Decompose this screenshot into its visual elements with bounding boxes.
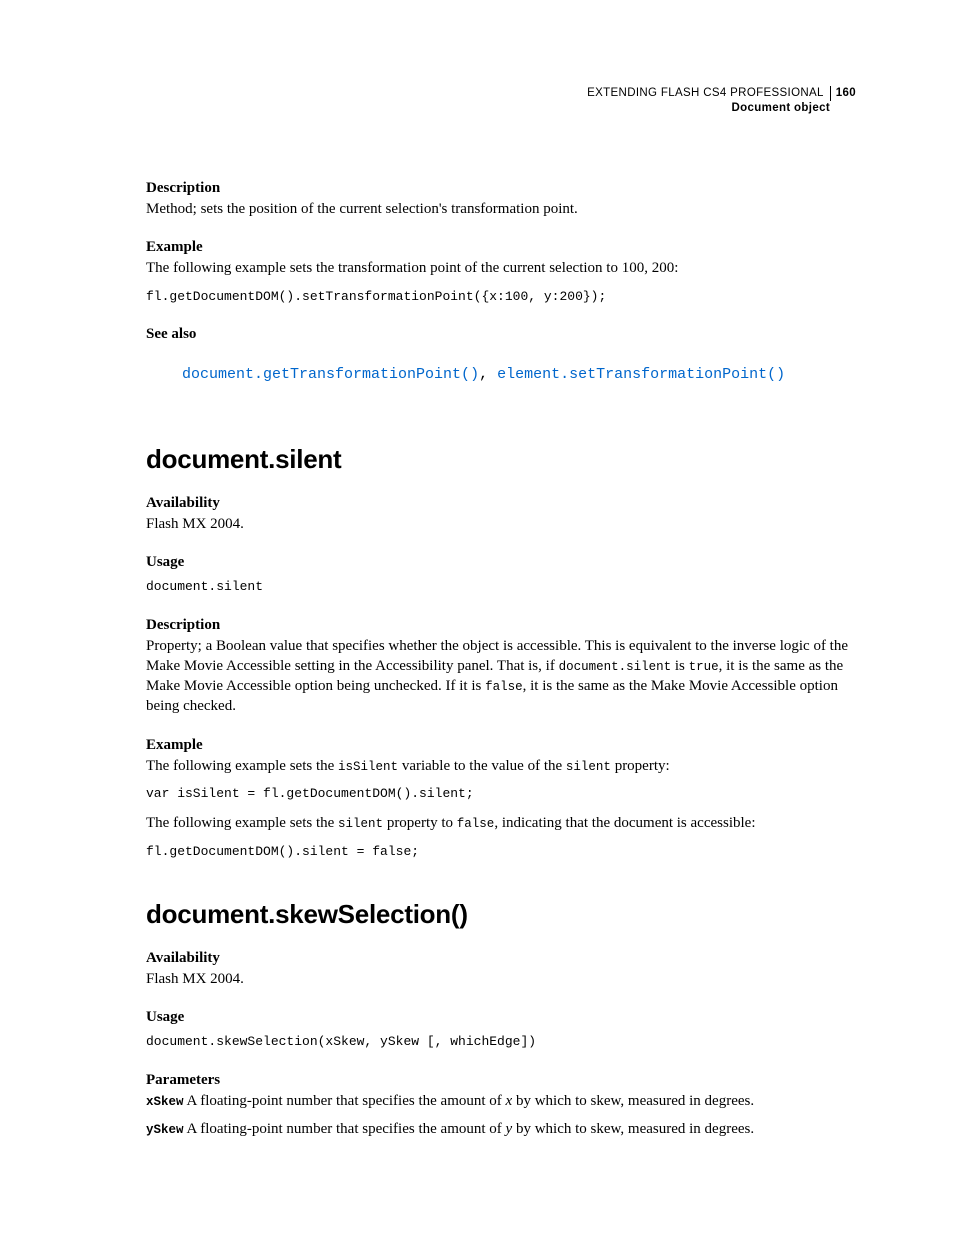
description-label: Description (146, 180, 856, 197)
inline-code: false (485, 680, 523, 694)
section-heading-silent: document.silent (146, 444, 856, 475)
example-body: The following example sets the silent pr… (146, 813, 856, 833)
see-also-label: See also (146, 326, 856, 343)
example-body: The following example sets the isSilent … (146, 756, 856, 776)
description-body: Property; a Boolean value that specifies… (146, 636, 856, 717)
availability-body: Flash MX 2004. (146, 514, 856, 534)
header-section: Document object (587, 101, 856, 116)
usage-code: document.skewSelection(xSkew, ySkew [, w… (146, 1032, 856, 1052)
running-header: EXTENDING FLASH CS4 PROFESSIONAL 160 Doc… (587, 86, 856, 116)
inline-code: isSilent (338, 760, 398, 774)
example-code: var isSilent = fl.getDocumentDOM().silen… (146, 784, 856, 804)
param-name: ySkew (146, 1123, 184, 1137)
inline-code: document.silent (559, 660, 672, 674)
param-name: xSkew (146, 1095, 184, 1109)
page-number: 160 (831, 87, 856, 99)
page-content: Description Method; sets the position of… (146, 86, 856, 1139)
description-label: Description (146, 617, 856, 634)
usage-label: Usage (146, 554, 856, 571)
see-also-link[interactable]: document.getTransformationPoint() (182, 366, 479, 383)
example-label: Example (146, 239, 856, 256)
see-also-link[interactable]: element.setTransformationPoint() (497, 366, 785, 383)
availability-label: Availability (146, 495, 856, 512)
usage-code: document.silent (146, 577, 856, 597)
example-body: The following example sets the transform… (146, 258, 856, 278)
parameters-label: Parameters (146, 1072, 856, 1089)
description-body: Method; sets the position of the current… (146, 199, 856, 219)
inline-code: silent (338, 817, 383, 831)
example-code: fl.getDocumentDOM().setTransformationPoi… (146, 287, 856, 307)
availability-body: Flash MX 2004. (146, 969, 856, 989)
inline-code: silent (566, 760, 611, 774)
parameter-row: xSkew A floating-point number that speci… (146, 1091, 856, 1111)
inline-code: false (457, 817, 495, 831)
example-code: fl.getDocumentDOM().silent = false; (146, 842, 856, 862)
section-heading-skew: document.skewSelection() (146, 899, 856, 930)
availability-label: Availability (146, 950, 856, 967)
inline-code: true (689, 660, 719, 674)
usage-label: Usage (146, 1009, 856, 1026)
see-also-sep: , (479, 366, 497, 383)
parameter-row: ySkew A floating-point number that speci… (146, 1119, 856, 1139)
example-label: Example (146, 737, 856, 754)
book-title: EXTENDING FLASH CS4 PROFESSIONAL (587, 87, 824, 99)
